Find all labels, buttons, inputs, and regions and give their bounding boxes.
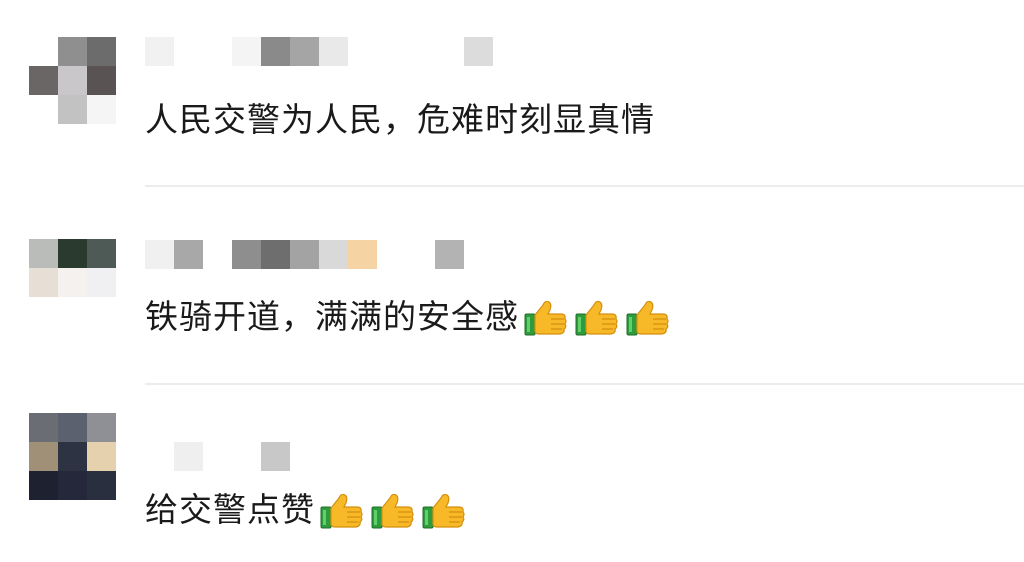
username-pixel	[145, 37, 174, 66]
avatar-pixel	[29, 37, 58, 66]
avatar-pixel	[29, 442, 58, 471]
thumbs-up-icon	[521, 297, 572, 337]
username-gap	[203, 442, 232, 471]
thumbs-up-icon	[419, 490, 470, 530]
avatar-pixel	[58, 37, 87, 66]
username-gap	[348, 37, 377, 66]
username-gap	[145, 442, 174, 471]
avatar-pixel	[29, 413, 58, 442]
avatar-pixel	[58, 95, 87, 124]
username-gap	[377, 37, 406, 66]
avatar-pixel	[29, 471, 58, 500]
username-pixel	[261, 442, 290, 471]
username-blurred[interactable]	[145, 37, 493, 66]
divider	[145, 383, 1024, 385]
username-gap	[406, 37, 435, 66]
username-pixel	[232, 240, 261, 269]
comment-text-label: 铁骑开道，满满的安全感	[145, 297, 519, 336]
avatar[interactable]	[29, 413, 116, 500]
avatar-pixel	[58, 471, 87, 500]
thumbs-up-icon	[317, 490, 368, 530]
avatar-pixel	[87, 95, 116, 124]
avatar-pixel	[87, 413, 116, 442]
avatar-pixel	[87, 239, 116, 268]
comment-text: 铁骑开道，满满的安全感	[145, 297, 674, 337]
username-gap	[406, 240, 435, 269]
avatar-pixel	[58, 413, 87, 442]
avatar-pixel	[87, 442, 116, 471]
avatar-pixel	[29, 95, 58, 124]
thumbs-up-emoji-group	[317, 490, 470, 530]
thumbs-up-icon	[623, 297, 674, 337]
comment-text-label: 给交警点赞	[145, 490, 315, 529]
avatar-pixel	[87, 471, 116, 500]
username-pixel	[261, 37, 290, 66]
avatar-pixel	[87, 37, 116, 66]
comment-text-label: 人民交警为人民，危难时刻显真情	[145, 100, 655, 139]
avatar-pixel	[29, 268, 58, 297]
avatar-pixel	[87, 66, 116, 95]
username-pixel	[348, 240, 377, 269]
divider	[145, 185, 1024, 187]
username-blurred[interactable]	[145, 442, 290, 471]
avatar-pixel	[58, 442, 87, 471]
avatar-pixel	[58, 66, 87, 95]
thumbs-up-icon	[572, 297, 623, 337]
avatar[interactable]	[29, 239, 116, 326]
username-gap	[377, 240, 406, 269]
thumbs-up-emoji-group	[521, 297, 674, 337]
avatar-pixel	[58, 268, 87, 297]
username-pixel	[174, 442, 203, 471]
avatar[interactable]	[29, 37, 116, 124]
username-blurred[interactable]	[145, 240, 464, 269]
username-pixel	[174, 240, 203, 269]
thumbs-up-icon	[368, 490, 419, 530]
username-pixel	[319, 240, 348, 269]
comment-text: 人民交警为人民，危难时刻显真情	[145, 100, 655, 140]
username-gap	[203, 37, 232, 66]
avatar-pixel	[87, 268, 116, 297]
username-gap	[174, 37, 203, 66]
username-pixel	[145, 240, 174, 269]
avatar-pixel	[29, 66, 58, 95]
username-pixel	[290, 37, 319, 66]
username-pixel	[290, 240, 319, 269]
username-pixel	[319, 37, 348, 66]
avatar-pixel	[58, 297, 87, 326]
avatar-pixel	[87, 297, 116, 326]
username-pixel	[464, 37, 493, 66]
username-gap	[435, 37, 464, 66]
avatar-pixel	[58, 239, 87, 268]
username-gap	[203, 240, 232, 269]
avatar-pixel	[29, 239, 58, 268]
comment-text: 给交警点赞	[145, 490, 470, 530]
username-pixel	[232, 37, 261, 66]
avatar-pixel	[29, 297, 58, 326]
username-gap	[232, 442, 261, 471]
username-pixel	[261, 240, 290, 269]
username-pixel	[435, 240, 464, 269]
